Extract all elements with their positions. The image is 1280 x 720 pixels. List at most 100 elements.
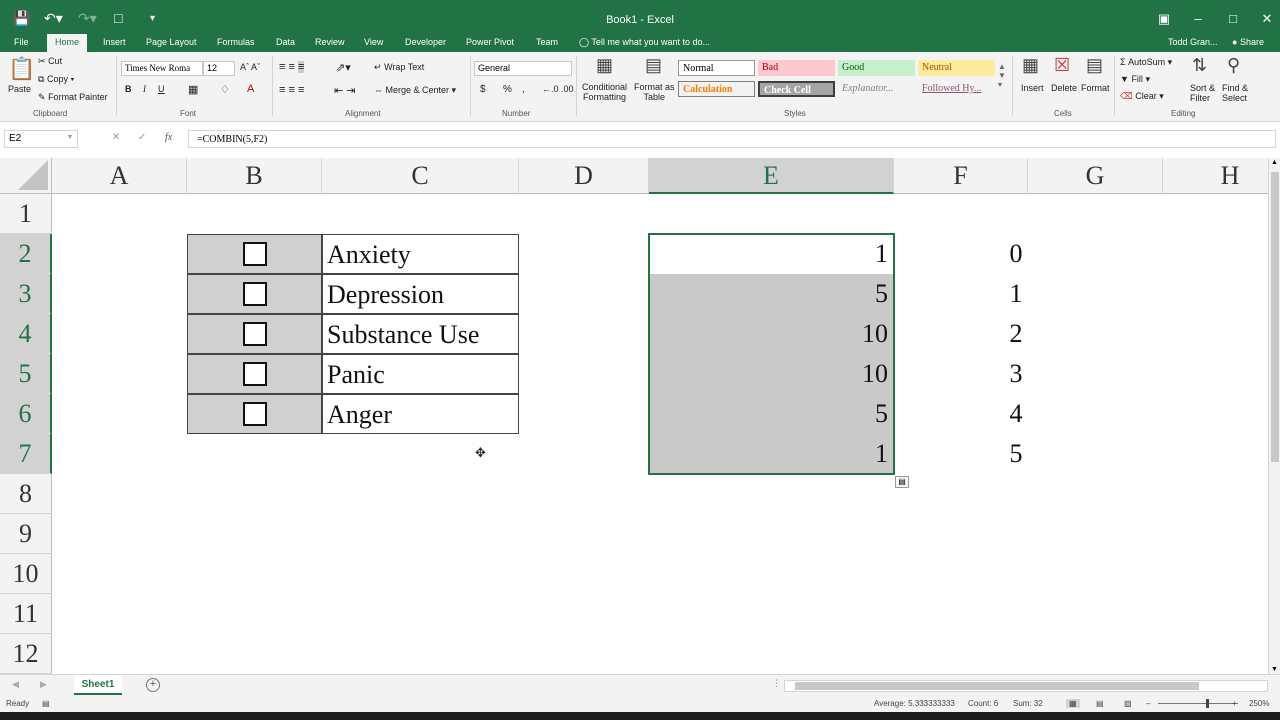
decimal-icon[interactable]: ←.0 .00 <box>542 84 574 94</box>
status-average[interactable]: Average: 5.333333333 <box>874 699 955 708</box>
quick-analysis-icon[interactable]: ▤ <box>895 476 909 488</box>
checkbox-cell[interactable] <box>187 354 322 394</box>
wrap-text-button[interactable]: ↵ Wrap Text <box>374 62 424 73</box>
column-header-g[interactable]: G <box>1028 158 1163 194</box>
zoom-level[interactable]: 250% <box>1249 699 1269 708</box>
zoom-slider-track[interactable] <box>1158 703 1238 704</box>
zoom-slider-thumb[interactable] <box>1206 699 1209 708</box>
enter-icon[interactable]: ✓ <box>138 132 146 143</box>
normal-view-icon[interactable]: ▦ <box>1066 699 1080 708</box>
paste-icon[interactable]: 📋 <box>8 56 35 82</box>
style-good[interactable]: Good <box>838 60 915 76</box>
style-followed-hyperlink[interactable]: Followed Hy... <box>918 81 995 97</box>
tell-me-search[interactable]: ◯ Tell me what you want to do... <box>579 37 710 48</box>
cell-f3[interactable]: 1 <box>1000 274 1032 314</box>
style-normal[interactable]: Normal <box>678 60 755 76</box>
row-header-9[interactable]: 9 <box>0 514 52 554</box>
checkbox-cell[interactable] <box>187 234 322 274</box>
row-header-1[interactable]: 1 <box>0 194 52 234</box>
column-header-a[interactable]: A <box>52 158 187 194</box>
column-header-c[interactable]: C <box>322 158 519 194</box>
checklist-cell[interactable]: Anger <box>322 394 519 434</box>
name-box-dropdown-icon[interactable]: ▾ <box>68 132 72 141</box>
delete-cells-button[interactable]: Delete <box>1051 83 1077 93</box>
vertical-scroll-thumb[interactable] <box>1271 172 1279 462</box>
cell-f5[interactable]: 3 <box>1000 354 1032 394</box>
align-top-icon[interactable]: ≡ ≡ ≡ <box>279 61 305 73</box>
insert-cells-button[interactable]: Insert <box>1021 83 1044 93</box>
sort-filter-icon[interactable]: ⇅ <box>1192 55 1207 76</box>
minimize-icon[interactable]: – <box>1188 11 1208 26</box>
checkbox-icon[interactable] <box>242 362 267 386</box>
format-cells-icon[interactable]: ▤ <box>1086 55 1103 76</box>
tab-developer[interactable]: Developer <box>405 37 446 47</box>
tab-data[interactable]: Data <box>276 37 295 47</box>
insert-function-icon[interactable]: fx <box>165 132 172 143</box>
tab-insert[interactable]: Insert <box>103 37 126 47</box>
fill-color-icon[interactable]: ♢ <box>220 83 230 96</box>
user-name[interactable]: Todd Gran... <box>1168 37 1218 47</box>
vertical-scrollbar[interactable]: ▲ ▼ <box>1268 158 1280 674</box>
comma-button[interactable]: , <box>522 84 525 95</box>
scroll-up-icon[interactable]: ▲ <box>1271 159 1278 166</box>
italic-button[interactable]: I <box>143 84 146 94</box>
tab-home[interactable]: Home <box>47 34 88 52</box>
percent-button[interactable]: % <box>503 84 512 95</box>
font-color-icon[interactable]: A <box>247 83 254 95</box>
style-bad[interactable]: Bad <box>758 60 835 76</box>
select-all-corner[interactable] <box>0 158 52 194</box>
tab-review[interactable]: Review <box>315 37 345 47</box>
status-count[interactable]: Count: 6 <box>968 699 998 708</box>
style-calculation[interactable]: Calculation <box>678 81 755 97</box>
style-check-cell[interactable]: Check Cell <box>758 81 835 97</box>
row-header-11[interactable]: 11 <box>0 594 52 634</box>
worksheet-grid[interactable]: ABCDEFGH 1 2 3 4 5 6 7 8 9 10 11 12 Anxiety Depressi… <box>0 158 1268 674</box>
close-icon[interactable]: ✕ <box>1257 11 1277 27</box>
column-header-h[interactable]: H <box>1163 158 1268 194</box>
cut-button[interactable]: ✂ Cut <box>38 56 62 67</box>
format-as-table-button[interactable]: Format as Table <box>634 82 675 102</box>
underline-button[interactable]: U <box>158 84 165 94</box>
tab-file[interactable]: File <box>14 37 29 47</box>
paste-button[interactable]: Paste <box>8 84 31 94</box>
cancel-icon[interactable]: ✕ <box>112 132 120 143</box>
page-break-view-icon[interactable]: ▧ <box>1124 699 1132 708</box>
hscroll-split-icon[interactable]: ⋮ <box>772 678 781 689</box>
restore-icon[interactable]: □ <box>1223 11 1243 26</box>
tab-view[interactable]: View <box>364 37 383 47</box>
indent-icon[interactable]: ⇤ ⇥ <box>334 84 356 97</box>
zoom-out-icon[interactable]: – <box>1146 699 1150 708</box>
conditional-formatting-icon[interactable]: ▦ <box>596 55 613 76</box>
row-header-6[interactable]: 6 <box>0 394 52 434</box>
checkbox-icon[interactable] <box>242 402 267 426</box>
conditional-formatting-button[interactable]: Conditional Formatting <box>582 82 627 102</box>
horizontal-scroll-thumb[interactable] <box>795 682 1199 690</box>
number-format-select[interactable]: General <box>474 61 572 76</box>
selection-range-e2-e7[interactable] <box>648 233 895 475</box>
column-header-d[interactable]: D <box>519 158 649 194</box>
merge-center-button[interactable]: ⇔ Merge & Center ▾ <box>374 85 456 96</box>
borders-icon[interactable]: ▦ <box>188 83 198 96</box>
row-header-12[interactable]: 12 <box>0 634 52 674</box>
row-header-2[interactable]: 2 <box>0 234 52 274</box>
formula-input[interactable]: =COMBIN(5,F2) <box>188 130 1276 148</box>
align-left-icon[interactable]: ≡ ≡ ≡ <box>279 84 304 96</box>
column-header-f[interactable]: F <box>894 158 1028 194</box>
cell-f6[interactable]: 4 <box>1000 394 1032 434</box>
row-header-7[interactable]: 7 <box>0 434 52 474</box>
find-icon[interactable]: ⚲ <box>1227 55 1240 76</box>
macro-record-icon[interactable]: ▤ <box>42 699 50 708</box>
checklist-cell[interactable]: Substance Use <box>322 314 519 354</box>
format-cells-button[interactable]: Format <box>1081 83 1110 93</box>
style-neutral[interactable]: Neutral <box>918 60 995 76</box>
format-painter-button[interactable]: ✎ Format Painter <box>38 92 108 103</box>
copy-button[interactable]: ⧉ Copy ▾ <box>38 74 74 85</box>
cell-f2[interactable]: 0 <box>1000 234 1032 274</box>
tab-page-layout[interactable]: Page Layout <box>146 37 197 47</box>
currency-button[interactable]: $ <box>480 84 486 95</box>
tab-formulas[interactable]: Formulas <box>217 37 255 47</box>
column-header-e[interactable]: E <box>649 158 894 194</box>
prev-sheet-icon[interactable]: ◀ <box>12 679 19 690</box>
tab-team[interactable]: Team <box>536 37 558 47</box>
share-button[interactable]: ● Share <box>1232 37 1264 47</box>
